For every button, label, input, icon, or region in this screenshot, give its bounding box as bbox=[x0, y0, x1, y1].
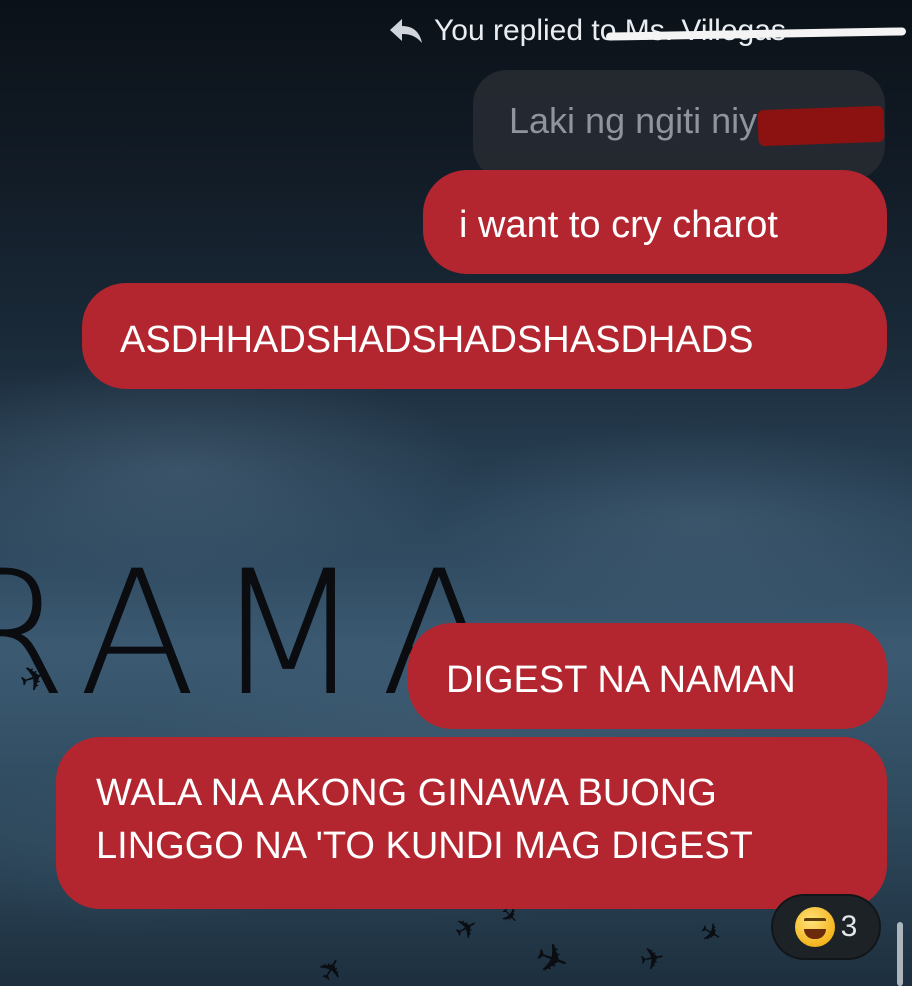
message-bubble[interactable]: i want to cry charot bbox=[423, 170, 887, 274]
message-bubble[interactable]: DIGEST NA NAMAN bbox=[408, 623, 887, 729]
laughing-face-icon bbox=[794, 907, 835, 947]
message-text-line: LINGGO NA 'TO KUNDI MAG DIGEST bbox=[96, 825, 753, 868]
chat-screen: RAMA ✈ ✈ ✈ ✈ ✈ ✈ ✈ You replied to Ms. Vi… bbox=[0, 0, 912, 986]
message-text: ASDHHADSHADSHADSHASDHADS bbox=[120, 319, 754, 361]
scrollbar[interactable] bbox=[897, 922, 903, 986]
message-bubble[interactable]: WALA NA AKONG GINAWA BUONG LINGGO NA 'TO… bbox=[56, 737, 887, 909]
message-text: i want to cry charot bbox=[459, 204, 778, 246]
message-bubble[interactable]: ASDHHADSHADSHADSHASDHADS bbox=[82, 283, 887, 389]
redaction-scribble bbox=[757, 105, 885, 147]
message-text-line: WALA NA AKONG GINAWA BUONG bbox=[96, 772, 717, 814]
quoted-message-text: Laki ng ngiti niya bbox=[509, 100, 778, 141]
reaction-count: 3 bbox=[840, 910, 858, 943]
reply-arrow-icon bbox=[390, 19, 422, 43]
bird-icon: ✈ bbox=[637, 941, 668, 978]
message-text: DIGEST NA NAMAN bbox=[446, 659, 796, 701]
reaction-badge[interactable]: 3 bbox=[771, 894, 881, 960]
